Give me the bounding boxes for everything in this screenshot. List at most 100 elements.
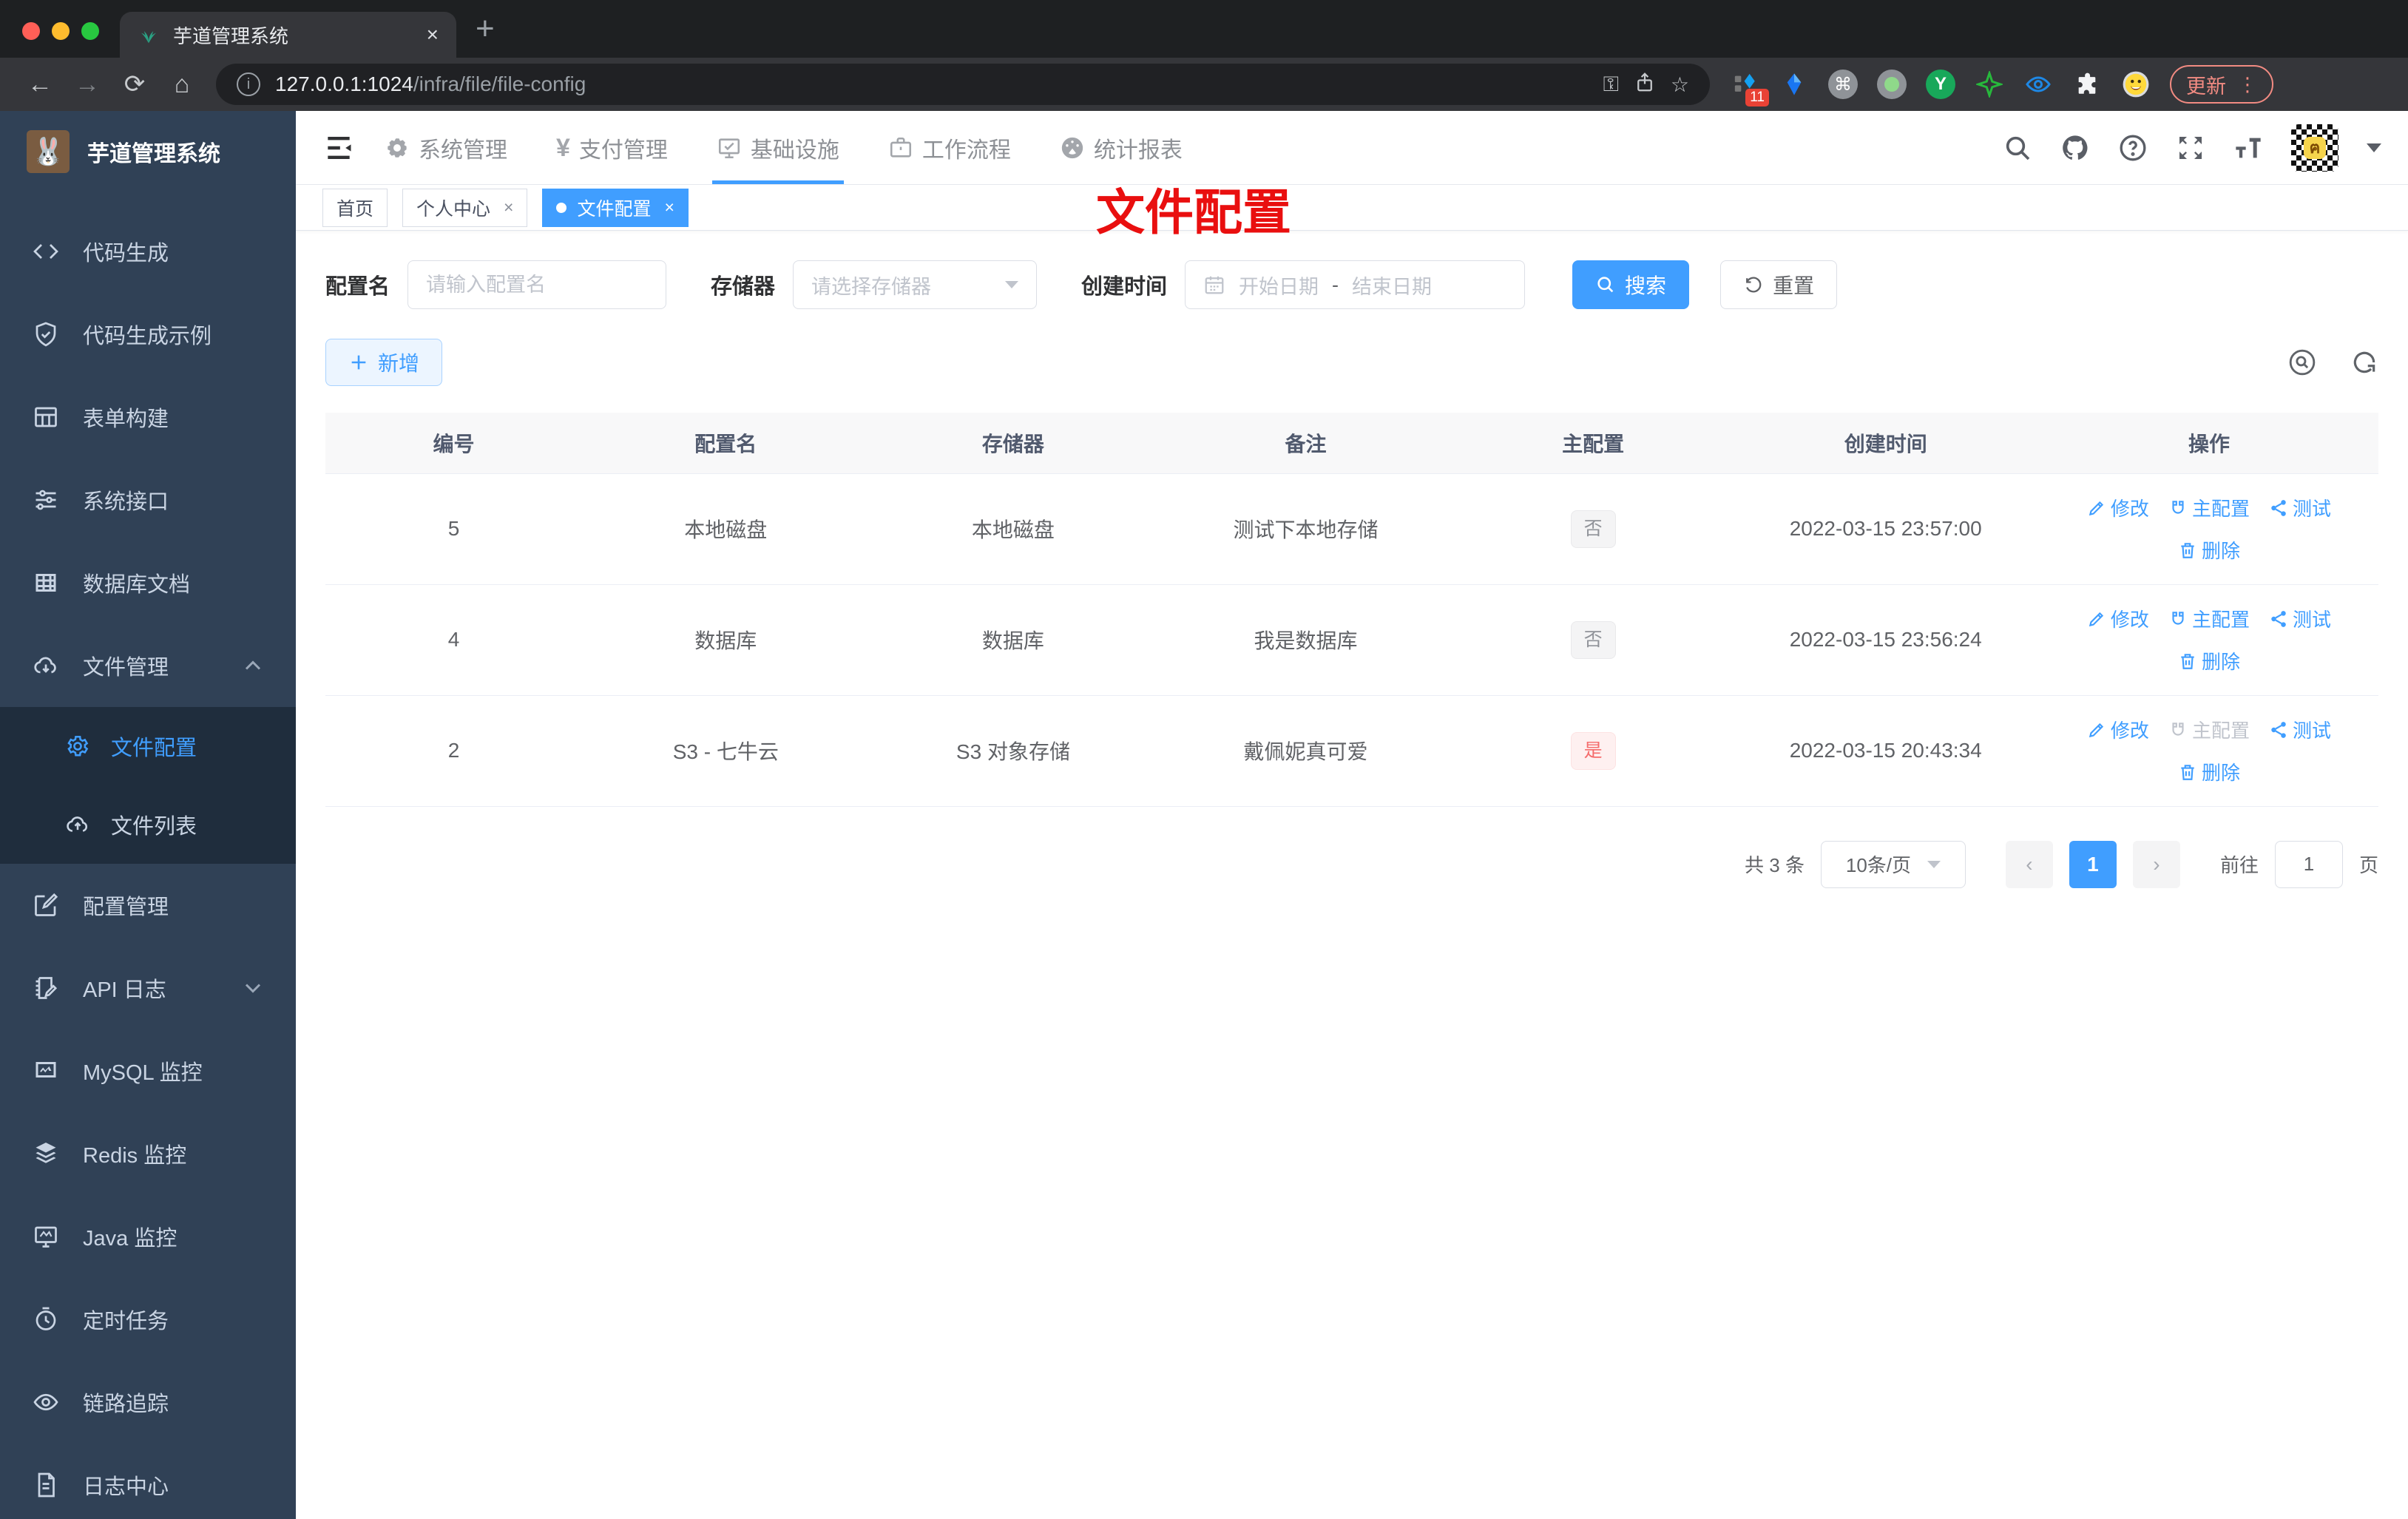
col-header-created[interactable]: 创建时间 [1731,413,2040,474]
sidebar-item-file-management[interactable]: 文件管理 [0,624,296,707]
help-icon[interactable] [2118,133,2148,163]
sidebar-item-form-builder[interactable]: 表单构建 [0,376,296,459]
sidebar-item-java-monitor[interactable]: Java 监控 [0,1195,296,1278]
table-row: 4 数据库 数据库 我是数据库 否 2022-03-15 23:56:24 修改… [325,584,2378,696]
browser-update-button[interactable]: 更新 ⋮ [2170,65,2273,104]
test-action[interactable]: 测试 [2269,716,2331,743]
extension-greendot-icon[interactable] [1877,70,1907,99]
add-button[interactable]: 新增 [325,339,443,386]
home-icon[interactable]: ⌂ [158,70,206,99]
sidebar-item-code-gen-demo[interactable]: 代码生成示例 [0,293,296,376]
next-page-button[interactable]: › [2132,840,2180,888]
edit-action[interactable]: 修改 [2087,494,2149,521]
edit-action[interactable]: 修改 [2087,716,2149,743]
toggle-search-icon[interactable] [2288,348,2316,376]
reload-icon[interactable]: ⟳ [111,70,158,99]
sidebar-item-file-list[interactable]: 文件列表 [0,785,296,864]
date-end-placeholder[interactable]: 结束日期 [1352,271,1432,300]
extension-command-icon[interactable]: ⌘ [1828,70,1858,99]
delete-action[interactable]: 删除 [2178,647,2240,674]
extension-star-icon[interactable] [1975,70,2004,99]
page-tab-profile[interactable]: 个人中心 × [402,188,528,227]
col-header-storage[interactable]: 存储器 [869,413,1157,474]
goto-page-input[interactable]: 1 [2274,840,2343,888]
sidebar-item-system-api[interactable]: 系统接口 [0,459,296,541]
col-header-remark[interactable]: 备注 [1157,413,1455,474]
page-1-button[interactable]: 1 [2069,840,2117,888]
sidebar-item-api-log[interactable]: API 日志 [0,947,296,1029]
master-action[interactable]: 主配置 [2168,605,2250,632]
address-bar[interactable]: i 127.0.0.1:1024/infra/file/file-config … [216,64,1710,105]
page-tab-home[interactable]: 首页 [322,188,388,227]
date-start-placeholder[interactable]: 开始日期 [1239,271,1319,300]
sidebar-item-redis-monitor[interactable]: Redis 监控 [0,1112,296,1195]
chevron-down-icon [1927,860,1941,868]
monitor-check-icon [718,138,740,158]
close-icon[interactable]: × [504,197,513,217]
extension-eye-icon[interactable] [2023,70,2053,99]
col-header-master[interactable]: 主配置 [1454,413,1732,474]
browser-tab[interactable]: 芋道管理系统 × [120,12,456,58]
font-size-icon[interactable] [2233,133,2263,163]
nav-infrastructure[interactable]: 基础设施 [711,111,844,184]
extension-emoji-icon[interactable] [2121,70,2151,99]
page-tab-file-config[interactable]: 文件配置 × [542,188,689,227]
test-action[interactable]: 测试 [2269,605,2331,632]
collapse-sidebar-icon[interactable] [322,132,355,164]
edit-action[interactable]: 修改 [2087,605,2149,632]
refresh-icon [1746,277,1762,293]
config-name-input[interactable] [426,273,649,297]
site-info-icon[interactable]: i [237,72,260,96]
password-key-icon[interactable]: ⚿ [1603,72,1619,97]
nav-system-management[interactable]: 系统管理 [385,111,507,184]
sidebar-item-log-center[interactable]: 日志中心 [0,1444,296,1519]
github-icon[interactable] [2060,133,2090,163]
master-action[interactable]: 主配置 [2168,494,2250,521]
window-controls[interactable] [0,22,120,58]
tab-close-icon[interactable]: × [427,23,439,47]
sidebar-item-config-management[interactable]: 配置管理 [0,864,296,947]
search-button[interactable]: 搜索 [1572,260,1690,309]
extension-kite-icon[interactable] [1779,70,1809,99]
extension-diamond-icon[interactable]: 11 [1731,70,1769,106]
back-icon[interactable]: ← [16,70,64,99]
delete-action[interactable]: 删除 [2178,758,2240,785]
col-header-actions[interactable]: 操作 [2039,413,2378,474]
avatar[interactable]: ฅ [2291,124,2338,172]
col-header-name[interactable]: 配置名 [582,413,870,474]
nav-payment-management[interactable]: ¥ 支付管理 [556,111,668,184]
date-range-picker[interactable]: 开始日期 - 结束日期 [1185,260,1526,309]
bookmark-star-icon[interactable]: ☆ [1671,72,1689,97]
search-icon[interactable] [2003,133,2032,163]
chevron-down-icon[interactable] [2367,143,2381,152]
sidebar-item-db-doc[interactable]: 数据库文档 [0,541,296,624]
extension-y-icon[interactable]: Y [1926,70,1955,99]
refresh-table-icon[interactable] [2350,348,2378,376]
col-header-id[interactable]: 编号 [325,413,582,474]
storage-select[interactable]: 请选择存储器 [793,260,1038,309]
delete-action[interactable]: 删除 [2178,536,2240,564]
close-window-button[interactable] [22,22,40,40]
sidebar-item-file-config[interactable]: 文件配置 [0,707,296,785]
new-tab-button[interactable]: + [456,10,514,58]
page-size-select[interactable]: 10条/页 [1820,840,1966,888]
fullscreen-icon[interactable] [2176,133,2205,163]
prev-page-button[interactable]: ‹ [2005,840,2053,888]
sidebar-item-tracing[interactable]: 链路追踪 [0,1361,296,1444]
close-icon[interactable]: × [664,197,674,217]
forward-icon[interactable]: → [64,70,111,99]
test-action[interactable]: 测试 [2269,494,2331,521]
browser-menu-icon[interactable]: ⋮ [2238,73,2257,96]
master-action[interactable]: 主配置 [2168,716,2250,743]
config-name-input-wrap [407,260,667,309]
minimize-window-button[interactable] [52,22,70,40]
url-text[interactable]: 127.0.0.1:1024/infra/file/file-config [275,72,586,96]
extension-puzzle-icon[interactable] [2072,70,2102,99]
sidebar-item-mysql-monitor[interactable]: MySQL 监控 [0,1029,296,1112]
sidebar-item-scheduled-tasks[interactable]: 定时任务 [0,1278,296,1361]
sidebar-item-code-gen[interactable]: 代码生成 [0,210,296,293]
zoom-window-button[interactable] [81,22,99,40]
reset-button[interactable]: 重置 [1720,260,1838,309]
nav-workflow[interactable]: 工作流程 [888,111,1011,184]
share-icon[interactable] [1634,71,1656,98]
